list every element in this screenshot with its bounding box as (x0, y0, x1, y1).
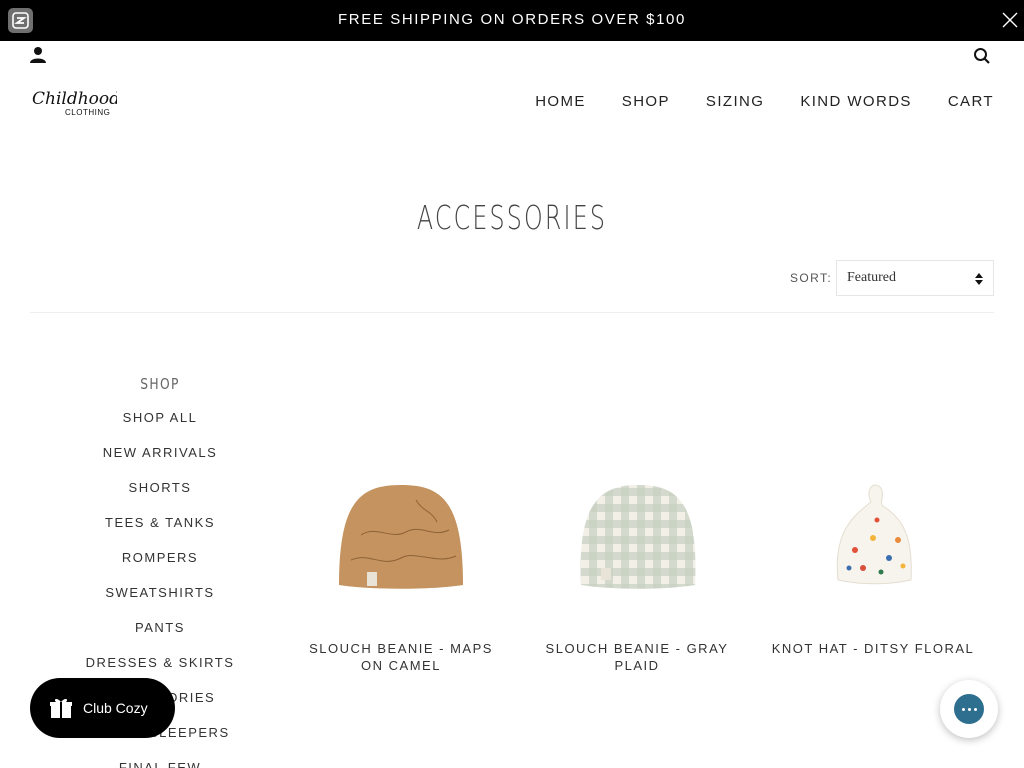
nav-home[interactable]: HOME (535, 93, 586, 110)
sidebar-item-final-few[interactable]: FINAL FEW (60, 760, 260, 768)
product-name[interactable]: SLOUCH BEANIE - GRAY PLAID (532, 640, 742, 674)
product-name[interactable]: SLOUCH BEANIE - MAPS ON CAMEL (296, 640, 506, 674)
close-icon[interactable] (1000, 10, 1020, 30)
sidebar-item-sweatshirts[interactable]: SWEATSHIRTS (60, 585, 260, 620)
page-title: ACCESSORIES (416, 198, 608, 237)
product-card[interactable]: SLOUCH BEANIE - GRAY PLAID (532, 400, 742, 674)
sort-value: Featured (847, 270, 896, 285)
logo-line1: Childhoods (32, 89, 117, 109)
sidebar-item-tees-tanks[interactable]: TEES & TANKS (60, 515, 260, 550)
sort-label: SORT: (790, 271, 833, 285)
product-image[interactable] (768, 400, 978, 640)
brand-logo[interactable]: Childhoods CLOTHING (31, 82, 129, 122)
club-cozy-button[interactable]: Club Cozy (30, 678, 175, 738)
club-cozy-label: Club Cozy (83, 700, 148, 716)
nav-shop[interactable]: SHOP (622, 93, 670, 110)
product-image[interactable] (296, 400, 506, 640)
gift-icon (50, 698, 72, 718)
sidebar-item-shop-all[interactable]: SHOP ALL (60, 410, 260, 445)
sidebar-item-pants[interactable]: PANTS (60, 620, 260, 655)
select-arrows-icon (975, 273, 983, 285)
nav-sizing[interactable]: SIZING (706, 93, 764, 110)
divider (30, 312, 994, 313)
sidebar-heading: SHOP (140, 375, 180, 393)
nav-cart[interactable]: CART (948, 93, 994, 110)
product-card[interactable]: KNOT HAT - DITSY FLORAL (768, 400, 978, 657)
product-name[interactable]: KNOT HAT - DITSY FLORAL (768, 640, 978, 657)
search-icon[interactable] (973, 47, 991, 65)
product-image[interactable] (532, 400, 742, 640)
user-icon[interactable] (29, 46, 47, 64)
nav-kind-words[interactable]: KIND WORDS (800, 93, 912, 110)
sort-select[interactable]: Featured (836, 260, 994, 296)
chat-icon[interactable] (940, 680, 998, 738)
main-nav: HOME SHOP SIZING KIND WORDS CART (535, 93, 994, 110)
sidebar-item-rompers[interactable]: ROMPERS (60, 550, 260, 585)
product-card[interactable]: SLOUCH BEANIE - MAPS ON CAMEL (296, 400, 506, 674)
sidebar-item-new-arrivals[interactable]: NEW ARRIVALS (60, 445, 260, 480)
logo-line2: CLOTHING (65, 108, 110, 117)
announcement-bar: FREE SHIPPING ON ORDERS OVER $100 (0, 0, 1024, 41)
announcement-text: FREE SHIPPING ON ORDERS OVER $100 (338, 11, 686, 28)
sidebar-item-shorts[interactable]: SHORTS (60, 480, 260, 515)
